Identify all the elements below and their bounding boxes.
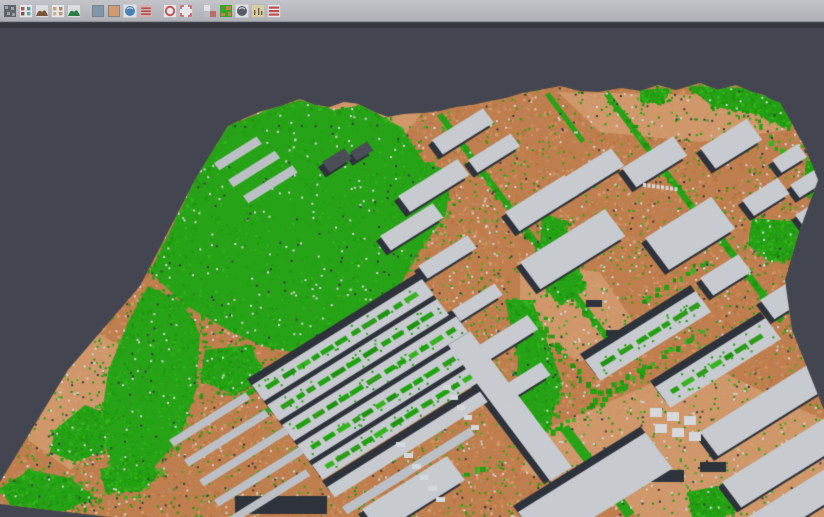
terrain-model-icon[interactable] — [35, 3, 50, 19]
toolbar-separator — [82, 3, 90, 19]
camera-icon[interactable] — [235, 3, 250, 19]
profile-icon[interactable] — [267, 3, 282, 19]
raster-icon[interactable] — [203, 3, 218, 19]
circle-select-icon[interactable] — [163, 3, 178, 19]
crop-region-icon[interactable] — [179, 3, 194, 19]
orthophoto-icon[interactable] — [107, 3, 122, 19]
toolbar-separator — [194, 3, 202, 19]
classification-icon[interactable] — [219, 3, 234, 19]
toolbar — [0, 0, 824, 22]
sparse-cloud-icon[interactable] — [51, 3, 66, 19]
clip-box-icon[interactable] — [91, 3, 106, 19]
vegetation-model-icon[interactable] — [67, 3, 82, 19]
project-cube-icon[interactable] — [3, 3, 18, 19]
toolbar-separator — [154, 3, 162, 19]
globe-icon[interactable] — [123, 3, 138, 19]
measure-icon[interactable] — [251, 3, 266, 19]
layers-icon[interactable] — [139, 3, 154, 19]
3d-viewport[interactable] — [0, 0, 824, 517]
application-window — [0, 0, 824, 517]
colored-points-icon[interactable] — [19, 3, 34, 19]
